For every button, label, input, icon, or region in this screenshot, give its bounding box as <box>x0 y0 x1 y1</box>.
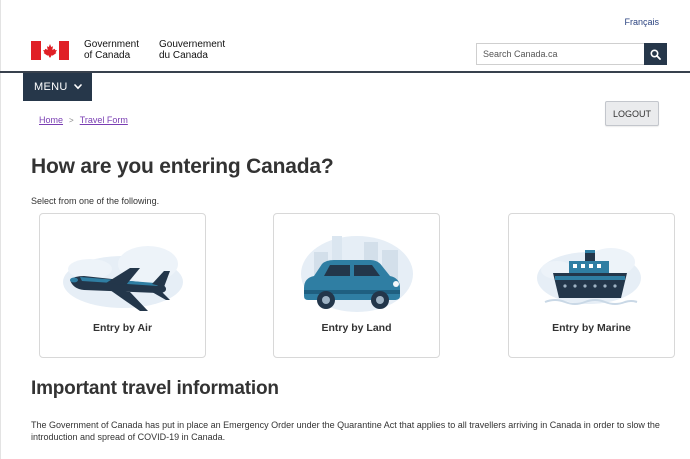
government-of-canada-signature-fr[interactable]: Gouvernement du Canada <box>159 39 225 61</box>
gov-fr-line1: Gouvernement <box>159 39 226 50</box>
selection-instruction: Select from one of the following. <box>31 196 160 206</box>
entry-by-land-card[interactable]: Entry by Land <box>273 213 440 358</box>
government-of-canada-signature-en[interactable]: Government of Canada <box>84 39 139 61</box>
search-button[interactable] <box>644 43 667 65</box>
header-divider <box>0 71 690 73</box>
entry-by-marine-card[interactable]: Entry by Marine <box>508 213 675 358</box>
important-travel-info-heading: Important travel information <box>31 378 279 399</box>
entry-by-air-card[interactable]: Entry by Air <box>39 213 206 358</box>
entry-by-air-label: Entry by Air <box>92 322 153 334</box>
gov-en-line1: Government <box>84 39 140 50</box>
logout-button[interactable]: LOGOUT <box>605 101 659 126</box>
breadcrumb: Home > Travel Form <box>39 115 128 125</box>
travel-info-paragraph: The Government of Canada has put in plac… <box>31 420 660 442</box>
gov-en-line2: of Canada <box>84 50 131 61</box>
entry-by-marine-label: Entry by Marine <box>552 322 631 334</box>
car-icon <box>301 236 413 312</box>
menu-button[interactable]: MENU <box>23 73 92 101</box>
chevron-down-icon <box>73 84 82 90</box>
search-icon <box>650 48 661 60</box>
ship-icon <box>537 248 641 305</box>
site-search <box>476 43 667 65</box>
airplane-icon <box>63 246 183 311</box>
page-title: How are you entering Canada? <box>31 155 334 178</box>
breadcrumb-separator: > <box>69 115 74 125</box>
search-input[interactable] <box>476 43 644 65</box>
menu-label: MENU <box>34 81 68 93</box>
language-toggle-link[interactable]: Français <box>624 17 659 27</box>
canada-flag-icon <box>31 41 69 60</box>
breadcrumb-travel-form-link[interactable]: Travel Form <box>80 115 128 125</box>
breadcrumb-home-link[interactable]: Home <box>39 115 63 125</box>
entry-by-land-label: Entry by Land <box>321 322 392 334</box>
gov-fr-line2: du Canada <box>159 50 208 61</box>
